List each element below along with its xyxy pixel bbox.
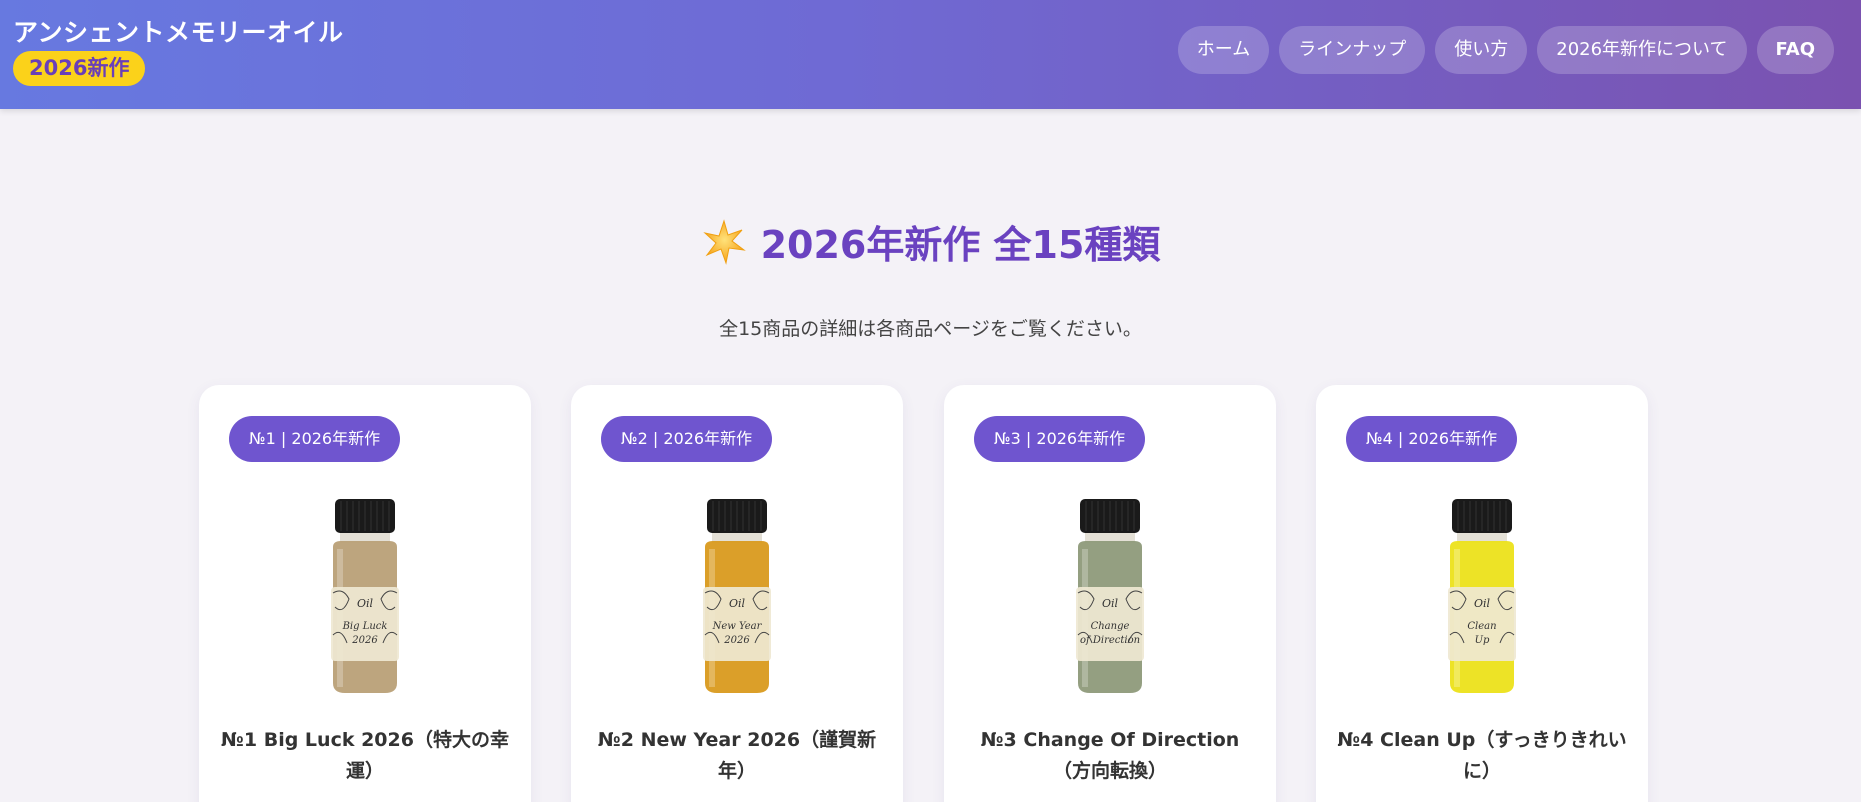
nav-item-lineup[interactable]: ラインナップ <box>1279 26 1426 74</box>
product-bottle-image[interactable]: Oil Clean Up <box>1432 495 1532 695</box>
nav-item-faq[interactable]: FAQ <box>1756 26 1834 74</box>
svg-text:Change: Change <box>1091 621 1130 632</box>
nav-item-how-to-use[interactable]: 使い方 <box>1435 26 1528 74</box>
svg-text:Oil: Oil <box>1474 597 1491 610</box>
svg-text:Clean: Clean <box>1467 621 1496 632</box>
svg-text:Up: Up <box>1475 635 1490 646</box>
product-name[interactable]: №1 Big Luck 2026（特大の幸運） <box>219 725 511 787</box>
svg-text:Oil: Oil <box>357 597 374 610</box>
nav-item-about-2026[interactable]: 2026年新作について <box>1537 26 1747 74</box>
main-nav: ホーム ラインナップ 使い方 2026年新作について FAQ <box>1177 26 1834 74</box>
section-heading: 2026年新作 全15種類 <box>0 214 1861 269</box>
section-title: 2026年新作 全15種類 <box>760 223 1161 267</box>
product-number-badge: №2 | 2026年新作 <box>601 416 773 462</box>
svg-text:Big Luck: Big Luck <box>342 621 388 632</box>
product-card[interactable]: №1 | 2026年新作 Oil Big Luck 2026 №1 Big Lu… <box>199 385 531 802</box>
product-number-badge: №3 | 2026年新作 <box>974 416 1146 462</box>
product-name[interactable]: №3 Change Of Direction（方向転換） <box>964 725 1256 787</box>
svg-text:of Direction: of Direction <box>1080 635 1140 646</box>
product-bottle-image[interactable]: Oil New Year 2026 <box>687 495 787 695</box>
product-card[interactable]: №2 | 2026年新作 Oil New Year 2026 №2 New Ye… <box>571 385 903 802</box>
product-number-badge: №4 | 2026年新作 <box>1346 416 1518 462</box>
svg-text:Oil: Oil <box>729 597 746 610</box>
oil-bottle-icon: Oil Change of Direction <box>1076 499 1144 693</box>
svg-text:Oil: Oil <box>1102 597 1119 610</box>
svg-text:2026: 2026 <box>723 635 750 646</box>
section-subtitle: 全15商品の詳細は各商品ページをご覧ください。 <box>719 318 1142 340</box>
product-name[interactable]: №2 New Year 2026（謹賀新年） <box>591 725 883 787</box>
brand-title[interactable]: アンシェントメモリーオイル <box>13 13 344 49</box>
product-name[interactable]: №4 Clean Up（すっきりきれいに） <box>1336 725 1628 787</box>
oil-bottle-icon: Oil New Year 2026 <box>703 499 771 693</box>
sparkle-star-icon <box>701 218 747 265</box>
product-card[interactable]: №4 | 2026年新作 Oil Clean Up №4 Clean Up（すっ… <box>1316 385 1648 802</box>
nav-item-home[interactable]: ホーム <box>1177 26 1270 74</box>
oil-bottle-icon: Oil Clean Up <box>1448 499 1516 693</box>
product-card[interactable]: №3 | 2026年新作 Oil Change of Direction №3 … <box>944 385 1276 802</box>
svg-text:2026: 2026 <box>351 635 378 646</box>
svg-text:New Year: New Year <box>712 621 763 632</box>
product-bottle-image[interactable]: Oil Big Luck 2026 <box>315 495 415 695</box>
brand-badge: 2026新作 <box>13 51 146 86</box>
oil-bottle-icon: Oil Big Luck 2026 <box>331 499 399 693</box>
product-bottle-image[interactable]: Oil Change of Direction <box>1060 495 1160 695</box>
site-header: アンシェントメモリーオイル 2026新作 ホーム ラインナップ 使い方 2026… <box>0 0 1861 109</box>
product-number-badge: №1 | 2026年新作 <box>229 416 401 462</box>
